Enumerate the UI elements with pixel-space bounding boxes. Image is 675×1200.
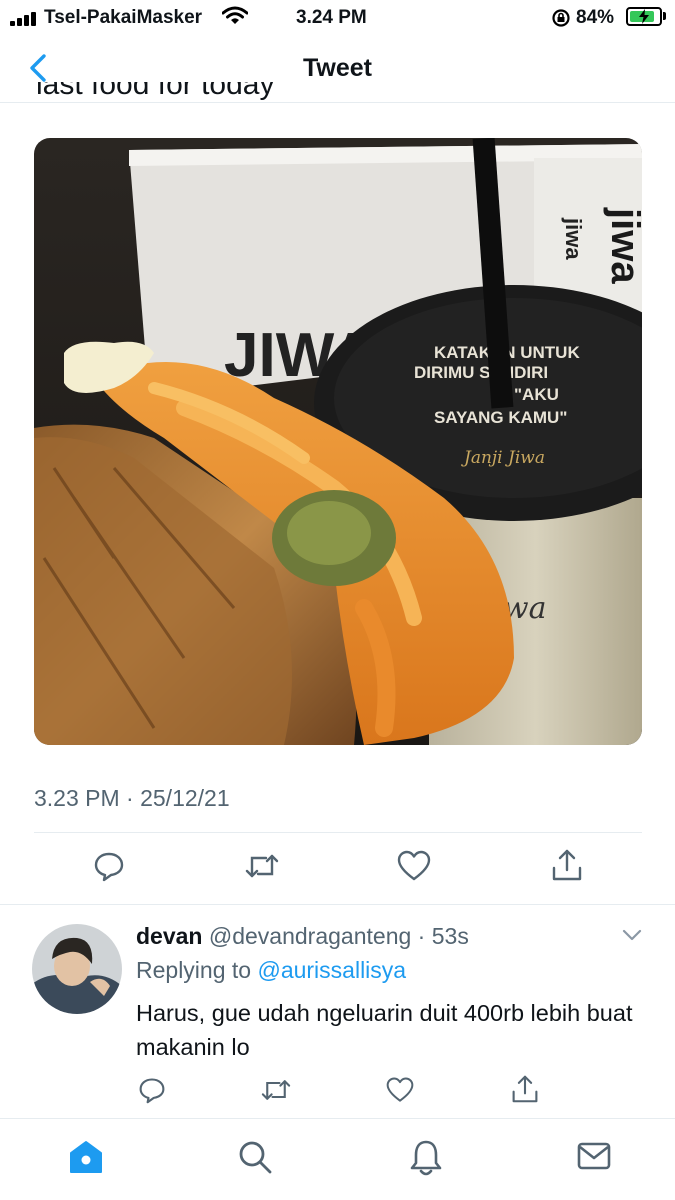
home-icon[interactable] xyxy=(68,1139,104,1175)
heart-icon[interactable] xyxy=(386,1076,414,1104)
bell-icon[interactable] xyxy=(408,1139,444,1177)
reply-action-bar xyxy=(0,1074,675,1108)
tweet-timestamp: 3.23 PM · 25/12/21 xyxy=(34,785,230,811)
tweet-photo[interactable]: jiwa jiwa JIWA jiwa KATAKAN UNTUK DIRIMU… xyxy=(34,138,642,745)
heart-icon[interactable] xyxy=(397,850,431,882)
carrier-name: Tsel-PakaiMasker xyxy=(44,7,203,28)
photo-brand-large: jiwa xyxy=(603,207,642,284)
reply-author-name[interactable]: devan xyxy=(136,923,202,949)
clock: 3.24 PM xyxy=(296,7,367,28)
lid-signature: Janji Jiwa xyxy=(461,448,545,468)
photo-brand-small: jiwa xyxy=(561,217,586,260)
reply-text: Harus, gue udah ngeluarin duit 400rb leb… xyxy=(136,1000,633,1060)
reply-header: devan @devandraganteng · 53s xyxy=(136,923,469,950)
signal-icon xyxy=(10,10,38,26)
replying-to-line: Replying to @aurissallisya xyxy=(136,957,406,984)
timestamp-divider xyxy=(34,832,642,833)
replying-to-handle[interactable]: @aurissallisya xyxy=(257,957,406,983)
retweet-icon[interactable] xyxy=(244,850,280,882)
reply-separator: · xyxy=(411,923,432,949)
share-icon[interactable] xyxy=(511,1074,539,1104)
actions-divider xyxy=(0,904,675,905)
page-title: Tweet xyxy=(303,54,372,82)
mail-icon[interactable] xyxy=(576,1139,612,1173)
retweet-icon[interactable] xyxy=(260,1076,292,1104)
share-icon[interactable] xyxy=(551,848,583,882)
battery-nub xyxy=(663,12,666,20)
tweet-text-partial: last food for today xyxy=(36,82,456,102)
bottom-tab-bar xyxy=(0,1118,675,1200)
lid-text-2: DIRIMU SENDIRI xyxy=(414,363,548,382)
search-icon[interactable] xyxy=(237,1139,273,1175)
reply-icon[interactable] xyxy=(93,850,125,882)
tweet-text: last food for today xyxy=(36,82,275,101)
rotation-lock-icon xyxy=(552,9,570,27)
lid-text-4: SAYANG KAMU" xyxy=(434,408,567,427)
charging-bolt-icon xyxy=(639,9,649,24)
reply-icon[interactable] xyxy=(138,1076,166,1104)
tweet-action-bar xyxy=(0,848,675,888)
reply-author-handle[interactable]: @devandraganteng xyxy=(209,923,411,949)
battery-icon xyxy=(626,7,662,26)
header-divider xyxy=(0,102,675,103)
chevron-down-icon[interactable] xyxy=(620,925,644,945)
wifi-icon xyxy=(222,6,248,24)
avatar[interactable] xyxy=(32,924,122,1014)
status-bar: Tsel-PakaiMasker 3.24 PM 84% xyxy=(0,0,675,34)
food-photo: jiwa jiwa JIWA jiwa KATAKAN UNTUK DIRIMU… xyxy=(34,138,642,745)
battery-percentage: 84% xyxy=(576,7,615,28)
lid-text-3: "AKU xyxy=(514,385,559,404)
replying-to-label: Replying to xyxy=(136,957,258,983)
avatar-image xyxy=(32,924,122,1014)
reply-time: 53s xyxy=(431,923,469,949)
